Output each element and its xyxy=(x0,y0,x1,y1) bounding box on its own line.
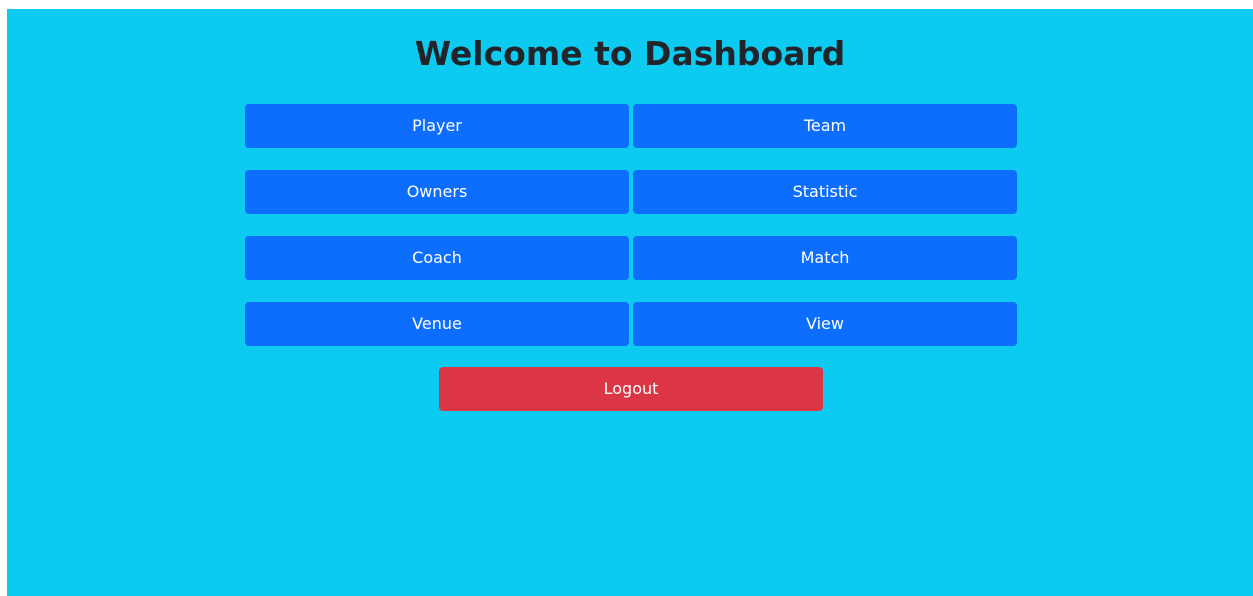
coach-button[interactable]: Coach xyxy=(245,236,629,280)
logout-button[interactable]: Logout xyxy=(439,367,823,411)
statistic-button[interactable]: Statistic xyxy=(633,170,1017,214)
page-title: Welcome to Dashboard xyxy=(414,34,846,73)
match-button[interactable]: Match xyxy=(633,236,1017,280)
owners-button[interactable]: Owners xyxy=(245,170,629,214)
venue-button[interactable]: Venue xyxy=(245,302,629,346)
dashboard-panel: Welcome to Dashboard Player Team Owners … xyxy=(7,9,1253,596)
player-button[interactable]: Player xyxy=(245,104,629,148)
view-button[interactable]: View xyxy=(633,302,1017,346)
menu-grid: Player Team Owners Statistic Coach Match… xyxy=(245,104,1017,346)
team-button[interactable]: Team xyxy=(633,104,1017,148)
